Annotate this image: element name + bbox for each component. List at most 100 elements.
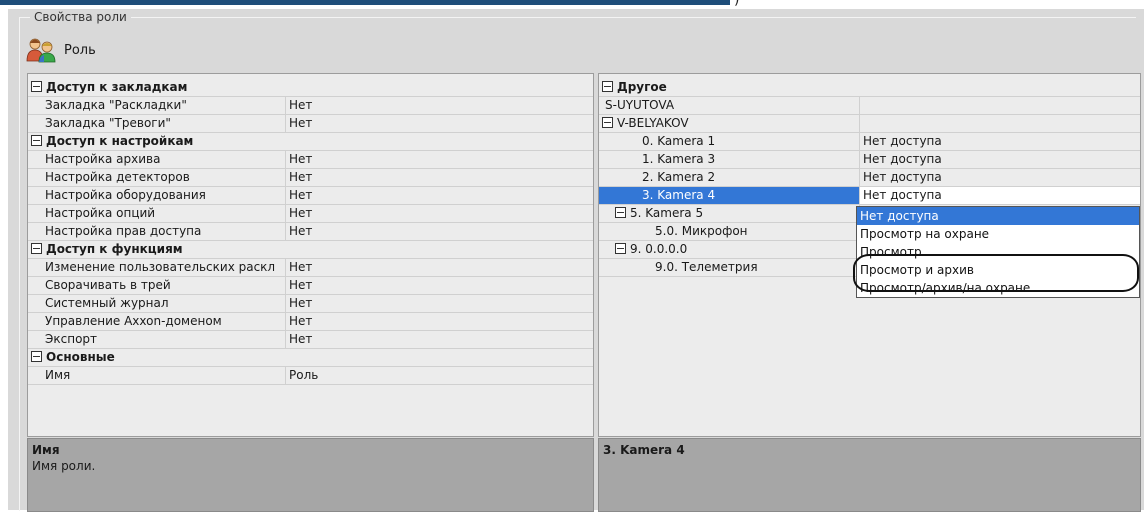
collapse-toggle-icon[interactable]: [602, 81, 613, 92]
property-row[interactable]: Изменение пользовательских раскл Нет: [28, 259, 593, 277]
tree-value[interactable]: [860, 115, 1140, 132]
category-row[interactable]: Доступ к функциям: [28, 241, 593, 259]
property-label: Экспорт: [28, 331, 286, 348]
tree-text: 2. Kamera 2: [642, 170, 716, 184]
property-value[interactable]: Нет: [286, 277, 593, 294]
property-value[interactable]: Нет: [286, 151, 593, 168]
tree-label: 0. Kamera 1: [599, 133, 860, 150]
role-header: Роль: [26, 37, 96, 63]
property-row[interactable]: Сворачивать в трей Нет: [28, 277, 593, 295]
category-row[interactable]: Доступ к настройкам: [28, 133, 593, 151]
collapse-toggle-icon[interactable]: [602, 117, 613, 128]
property-label: Системный журнал: [28, 295, 286, 312]
tree-value[interactable]: Нет доступа: [860, 169, 1140, 186]
category-row[interactable]: Основные: [28, 349, 593, 367]
property-row[interactable]: Экспорт Нет: [28, 331, 593, 349]
category-label: Доступ к закладкам: [28, 79, 286, 96]
property-row[interactable]: Системный журнал Нет: [28, 295, 593, 313]
tree-value[interactable]: [860, 97, 1140, 114]
property-value[interactable]: Нет: [286, 205, 593, 222]
tree-row[interactable]: S-UYUTOVA: [599, 97, 1140, 115]
property-row[interactable]: Закладка "Тревоги" Нет: [28, 115, 593, 133]
tree-value[interactable]: Нет доступа: [860, 187, 1140, 204]
property-label: Настройка оборудования: [28, 187, 286, 204]
tree-text: 5. Kamera 5: [630, 206, 704, 220]
top-paren: ): [734, 0, 740, 8]
property-label: Настройка прав доступа: [28, 223, 286, 240]
collapse-toggle-icon[interactable]: [615, 207, 626, 218]
tree-label: 5.0. Микрофон: [599, 223, 860, 240]
property-value[interactable]: Нет: [286, 259, 593, 276]
tree-label: S-UYUTOVA: [599, 97, 860, 114]
tree-label: 2. Kamera 2: [599, 169, 860, 186]
collapse-toggle-icon[interactable]: [31, 81, 42, 92]
category-label: Основные: [28, 349, 286, 366]
property-label: Изменение пользовательских раскл: [28, 259, 286, 276]
property-row[interactable]: Закладка "Раскладки" Нет: [28, 97, 593, 115]
tree-text: Другое: [617, 80, 667, 94]
tree-row[interactable]: 1. Kamera 3 Нет доступа: [599, 151, 1140, 169]
category-value: [286, 79, 593, 96]
property-row[interactable]: Настройка оборудования Нет: [28, 187, 593, 205]
property-value[interactable]: Нет: [286, 169, 593, 186]
tree-text: 9. 0.0.0.0: [630, 242, 688, 256]
tree-text: V-BELYAKOV: [617, 116, 689, 130]
property-row[interactable]: Настройка архива Нет: [28, 151, 593, 169]
property-value[interactable]: Нет: [286, 97, 593, 114]
property-value[interactable]: Нет: [286, 223, 593, 240]
category-label: Другое: [599, 79, 860, 96]
left-property-grid[interactable]: Доступ к закладкам Закладка "Раскладки" Не…: [27, 73, 594, 437]
tree-value: [860, 79, 1140, 96]
property-row[interactable]: Настройка опций Нет: [28, 205, 593, 223]
property-value[interactable]: Нет: [286, 295, 593, 312]
property-label: Имя: [28, 367, 286, 384]
left-description-body: Имя роли.: [32, 459, 96, 473]
tree-label: V-BELYAKOV: [599, 115, 860, 132]
tree-row[interactable]: V-BELYAKOV: [599, 115, 1140, 133]
category-text: Основные: [46, 350, 115, 364]
property-value[interactable]: Нет: [286, 331, 593, 348]
tree-value[interactable]: Нет доступа: [860, 133, 1140, 150]
tree-row[interactable]: 0. Kamera 1 Нет доступа: [599, 133, 1140, 151]
dropdown-option[interactable]: Нет доступа: [857, 207, 1139, 225]
property-row[interactable]: Настройка детекторов Нет: [28, 169, 593, 187]
top-underline: [0, 0, 730, 5]
group-title: Свойства роли: [30, 10, 131, 24]
property-label: Сворачивать в трей: [28, 277, 286, 294]
right-description-title: 3. Kamera 4: [603, 443, 685, 457]
tree-label: 9. 0.0.0.0: [599, 241, 860, 258]
collapse-toggle-icon[interactable]: [615, 243, 626, 254]
left-description-panel: Имя Имя роли.: [27, 438, 594, 512]
property-label: Закладка "Раскладки": [28, 97, 286, 114]
collapse-toggle-icon[interactable]: [31, 351, 42, 362]
right-description-panel: 3. Kamera 4: [598, 438, 1141, 512]
tree-value[interactable]: Нет доступа: [860, 151, 1140, 168]
users-icon: [26, 37, 56, 63]
category-row[interactable]: Другое: [599, 79, 1140, 97]
category-value: [286, 349, 593, 366]
tree-text: 3. Kamera 4: [642, 188, 716, 202]
tree-text: 0. Kamera 1: [642, 134, 716, 148]
property-value[interactable]: Нет: [286, 115, 593, 132]
category-label: Доступ к функциям: [28, 241, 286, 258]
property-value[interactable]: Роль: [286, 367, 593, 384]
property-label: Настройка детекторов: [28, 169, 286, 186]
property-row[interactable]: Управление Axxon-доменом Нет: [28, 313, 593, 331]
property-label: Настройка архива: [28, 151, 286, 168]
property-label: Закладка "Тревоги": [28, 115, 286, 132]
role-name: Роль: [64, 42, 96, 58]
category-value: [286, 133, 593, 150]
category-row[interactable]: Доступ к закладкам: [28, 79, 593, 97]
collapse-toggle-icon[interactable]: [31, 243, 42, 254]
left-rows: Доступ к закладкам Закладка "Раскладки" Не…: [28, 79, 593, 385]
property-row[interactable]: Настройка прав доступа Нет: [28, 223, 593, 241]
property-value[interactable]: Нет: [286, 187, 593, 204]
property-value[interactable]: Нет: [286, 313, 593, 330]
dropdown-option[interactable]: Просмотр на охране: [857, 225, 1139, 243]
property-label: Управление Axxon-доменом: [28, 313, 286, 330]
tree-row[interactable]: 2. Kamera 2 Нет доступа: [599, 169, 1140, 187]
collapse-toggle-icon[interactable]: [31, 135, 42, 146]
tree-label: 3. Kamera 4: [599, 187, 860, 204]
tree-row[interactable]: 3. Kamera 4 Нет доступа: [599, 187, 1140, 205]
property-row[interactable]: Имя Роль: [28, 367, 593, 385]
